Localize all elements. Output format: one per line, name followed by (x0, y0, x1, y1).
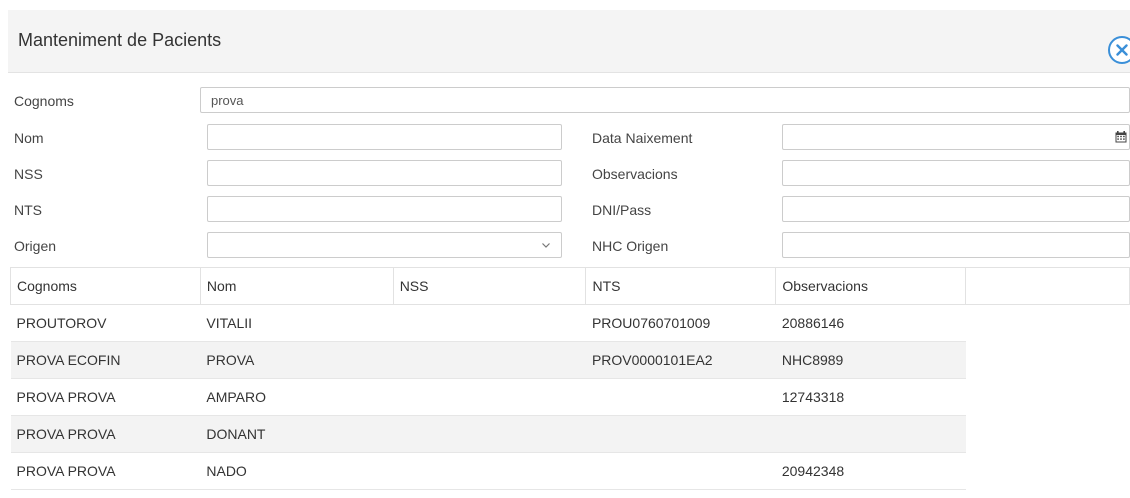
nss-label: NSS (14, 166, 43, 182)
cell-nss (393, 341, 586, 379)
chevron-down-icon (542, 243, 550, 248)
cell-cognoms: PROVA PROVA (10, 452, 201, 490)
dialog-title: Manteniment de Pacients (18, 30, 222, 50)
cell-nts: PROU0760701009 (585, 304, 776, 342)
table-row[interactable]: PROVA ECOFIN PROVA PROV0000101EA2 NHC898… (10, 341, 1130, 379)
column-header-cognoms[interactable]: Cognoms (10, 267, 201, 305)
dni-pass-label: DNI/Pass (592, 202, 652, 218)
cell-nom: PROVA (200, 341, 394, 379)
column-header-empty (965, 267, 1130, 305)
observacions-input[interactable] (782, 160, 1130, 186)
nhc-origen-input[interactable] (782, 232, 1130, 258)
column-header-nom[interactable]: Nom (199, 267, 394, 305)
cognoms-input[interactable] (200, 87, 1130, 113)
nom-input[interactable] (207, 124, 562, 150)
cell-nss (393, 415, 586, 453)
cell-nts (585, 378, 776, 416)
nhc-origen-label: NHC Origen (592, 238, 669, 254)
nts-label: NTS (14, 202, 42, 218)
cell-spacer (965, 452, 1130, 490)
nts-input[interactable] (207, 196, 562, 222)
cell-nss (393, 304, 586, 342)
cell-nom: NADO (200, 452, 394, 490)
dialog-header: Manteniment de Pacients (8, 10, 1130, 73)
cell-nts (585, 452, 776, 490)
cell-observacions: 12743318 (775, 378, 966, 416)
data-naixement-field[interactable] (782, 124, 1130, 150)
cell-observacions (775, 415, 966, 453)
patients-table: Cognoms Nom NSS NTS Observacions PROUTOR… (10, 267, 1130, 490)
cell-cognoms: PROVA PROVA (10, 415, 201, 453)
cell-nom: AMPARO (200, 378, 394, 416)
cell-cognoms: PROUTOROV (10, 304, 201, 342)
cell-nts (585, 415, 776, 453)
table-row[interactable]: PROUTOROV VITALII PROU0760701009 2088614… (10, 304, 1130, 342)
cell-spacer (965, 415, 1130, 453)
cell-nss (393, 378, 586, 416)
cell-nss (393, 452, 586, 490)
dni-pass-input[interactable] (782, 196, 1130, 222)
cognoms-label: Cognoms (14, 93, 74, 109)
table-row[interactable]: PROVA PROVA NADO 20942348 (10, 452, 1130, 490)
column-header-observacions[interactable]: Observacions (775, 267, 967, 305)
cell-observacions: 20886146 (775, 304, 966, 342)
cell-spacer (965, 304, 1130, 342)
column-header-nts[interactable]: NTS (585, 267, 777, 305)
cell-observacions: 20942348 (775, 452, 966, 490)
calendar-icon[interactable] (1115, 131, 1127, 143)
nom-label: Nom (14, 130, 44, 146)
nss-input[interactable] (207, 160, 562, 186)
table-row[interactable]: PROVA PROVA AMPARO 12743318 (10, 378, 1130, 416)
cell-nom: DONANT (200, 415, 394, 453)
table-row[interactable]: PROVA PROVA DONANT (10, 415, 1130, 453)
data-naixement-label: Data Naixement (592, 130, 693, 146)
table-header-row: Cognoms Nom NSS NTS Observacions (10, 267, 1130, 305)
origen-label: Origen (14, 238, 57, 254)
cell-nts: PROV0000101EA2 (585, 341, 776, 379)
cell-spacer (965, 378, 1130, 416)
cell-spacer (965, 341, 1130, 379)
column-header-nss[interactable]: NSS (392, 267, 587, 305)
cell-observacions: NHC8989 (775, 341, 966, 379)
observacions-label: Observacions (592, 166, 678, 182)
cell-cognoms: PROVA ECOFIN (10, 341, 201, 379)
close-button[interactable] (1108, 36, 1130, 64)
cell-cognoms: PROVA PROVA (10, 378, 201, 416)
cell-nom: VITALII (200, 304, 394, 342)
origen-select[interactable] (207, 232, 562, 258)
close-icon (1116, 44, 1128, 56)
